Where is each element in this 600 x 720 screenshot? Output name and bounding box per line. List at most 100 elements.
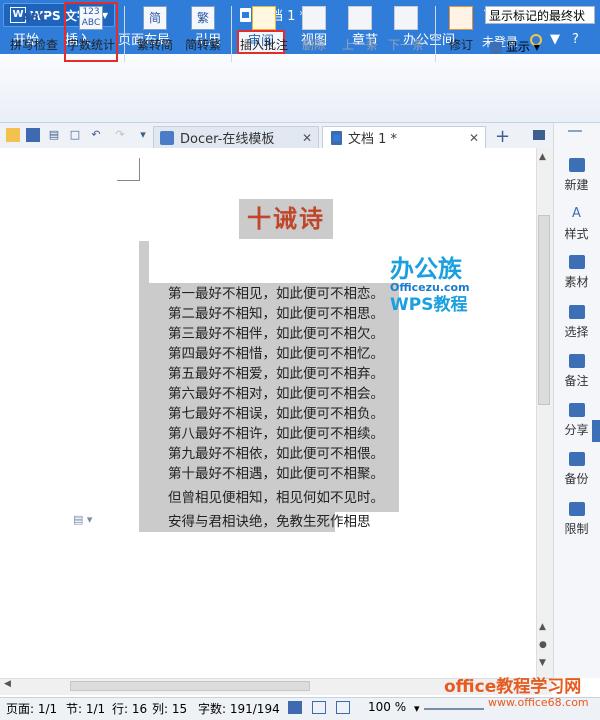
- wordcount-highlight-frame: [64, 2, 118, 62]
- panel-restrict-button[interactable]: 限制: [553, 502, 600, 537]
- to-traditional-label: 简转繁: [184, 38, 221, 52]
- poem-line[interactable]: 第八最好不相许，如此便可不相续。: [168, 424, 384, 444]
- markup-display-select[interactable]: 显示标记的最终状: [485, 6, 595, 24]
- poem-line[interactable]: 第四最好不相惜，如此便可不相忆。: [168, 344, 384, 364]
- site-watermark-title: office教程学习网: [444, 677, 582, 697]
- watermark-url: Officezu.com: [390, 281, 470, 294]
- panel-backup-label: 备份: [564, 472, 589, 486]
- insert-comment-button[interactable]: 插入批注: [237, 6, 291, 62]
- panel-select-label: 选择: [564, 325, 589, 339]
- scroll-up-icon[interactable]: ▲: [539, 152, 546, 162]
- page-view-icon[interactable]: [288, 701, 302, 714]
- print-preview-icon[interactable]: □: [68, 128, 82, 142]
- redo-icon[interactable]: ↷: [113, 128, 127, 142]
- scroll-select-browse-icon[interactable]: ●: [539, 640, 547, 650]
- show-markup-button[interactable]: 显示 ▾: [490, 38, 548, 56]
- save-icon[interactable]: [26, 128, 40, 142]
- undo-icon[interactable]: ↶: [89, 128, 103, 142]
- delete-comment-button[interactable]: 删除: [294, 6, 334, 62]
- panel-note-button[interactable]: 备注: [553, 354, 600, 389]
- new-document-icon: [568, 158, 585, 172]
- paragraph-options-icon[interactable]: ▤ ▾: [73, 513, 92, 526]
- poem-line[interactable]: 第九最好不相依，如此便可不相偎。: [168, 444, 384, 464]
- close-tab-icon[interactable]: ✕: [302, 131, 312, 145]
- scroll-next-page-icon[interactable]: ▼: [539, 658, 546, 668]
- poem-line[interactable]: 第二最好不相知，如此便可不相思。: [168, 304, 384, 324]
- style-icon: A: [572, 206, 581, 221]
- panel-menu-icon[interactable]: [568, 130, 582, 132]
- poem-line[interactable]: 第一最好不相见，如此便可不相恋。: [168, 284, 384, 304]
- status-line: 行: 16: [112, 702, 148, 716]
- new-tab-button[interactable]: +: [495, 126, 510, 147]
- poem-line[interactable]: 但曾相见便相知，相见何如不见时。: [168, 488, 384, 508]
- track-changes-icon: [449, 6, 473, 30]
- select-cursor-icon: [568, 305, 585, 319]
- tab-docer-templates[interactable]: Docer-在线模板 ✕: [153, 126, 319, 148]
- panel-new-button[interactable]: 新建: [553, 158, 600, 193]
- panel-collapse-handle[interactable]: [592, 420, 600, 442]
- insert-comment-icon: [252, 6, 276, 30]
- panel-material-button[interactable]: 素材: [553, 255, 600, 290]
- status-wordcount[interactable]: 字数: 191/194: [198, 700, 280, 717]
- ribbon-separator: [124, 6, 125, 62]
- outline-view-icon[interactable]: [312, 701, 326, 714]
- tab-list-icon[interactable]: [533, 130, 545, 140]
- to-traditional-button[interactable]: 繁 简转繁: [180, 6, 226, 62]
- track-changes-label: 修订: [448, 38, 473, 52]
- poem-title[interactable]: 十诫诗: [239, 199, 333, 239]
- officezu-watermark: 办公族 Officezu.com WPS教程: [390, 256, 485, 326]
- page-corner-marker: [117, 158, 140, 181]
- simplified-icon: 简: [143, 6, 167, 30]
- track-changes-button[interactable]: 修订: [440, 6, 482, 62]
- panel-style-button[interactable]: A 样式: [553, 207, 600, 242]
- poem-line[interactable]: 安得与君相诀绝，免教生死作相思: [168, 512, 371, 532]
- panel-select-button[interactable]: 选择: [553, 305, 600, 340]
- docer-logo-icon: [160, 130, 174, 145]
- poem-line[interactable]: 第六最好不相对，如此便可不相会。: [168, 384, 384, 404]
- poem-line[interactable]: 第十最好不相遇，如此便可不相聚。: [168, 464, 384, 484]
- previous-comment-icon: [348, 6, 372, 30]
- scroll-prev-page-icon[interactable]: ▲: [539, 622, 546, 632]
- ribbon-separator: [435, 6, 436, 62]
- tab-document-1[interactable]: 文档 1 * ✕: [322, 126, 486, 148]
- ribbon-toolbar: [0, 54, 600, 123]
- open-folder-icon[interactable]: [6, 128, 20, 142]
- material-icon: [568, 255, 585, 269]
- quick-access-dropdown-icon[interactable]: ▾: [136, 128, 150, 142]
- to-simplified-button[interactable]: 简 繁转简: [132, 6, 178, 62]
- to-simplified-label: 繁转简: [136, 38, 173, 52]
- horizontal-scroll-thumb[interactable]: [70, 681, 310, 691]
- watermark-brand: 办公族: [390, 255, 462, 283]
- close-tab-icon[interactable]: ✕: [469, 131, 479, 145]
- scroll-left-icon[interactable]: ◀: [4, 679, 11, 689]
- panel-backup-button[interactable]: 备份: [553, 452, 600, 487]
- tab-label: Docer-在线模板: [180, 132, 275, 147]
- show-icon: [490, 41, 502, 54]
- zoom-level[interactable]: 100 %: [368, 700, 406, 714]
- panel-style-label: 样式: [564, 227, 589, 241]
- watermark-subtitle: WPS教程: [390, 295, 468, 315]
- delete-label: 删除: [301, 38, 326, 52]
- site-watermark-url: www.office68.com: [488, 696, 589, 709]
- vertical-scroll-thumb[interactable]: [538, 215, 550, 405]
- shirt-icon[interactable]: ▼: [550, 32, 560, 47]
- spellcheck-button[interactable]: ABC 拼写检查: [6, 6, 62, 62]
- web-view-icon[interactable]: [336, 701, 350, 714]
- status-page[interactable]: 页面: 1/1: [6, 700, 57, 717]
- print-icon[interactable]: ▤: [47, 128, 61, 142]
- poem-line[interactable]: 第三最好不相伴，如此便可不相欠。: [168, 324, 384, 344]
- backup-icon: [568, 452, 585, 466]
- delete-comment-icon: [302, 6, 326, 30]
- previous-comment-button[interactable]: 上一条: [338, 6, 382, 62]
- panel-restrict-label: 限制: [564, 522, 589, 536]
- document-workspace[interactable]: 十诫诗 第一最好不相见，如此便可不相恋。 第二最好不相知，如此便可不相思。 第三…: [0, 148, 552, 678]
- next-comment-button[interactable]: 下一条: [384, 6, 428, 62]
- help-button[interactable]: ?: [572, 32, 579, 47]
- zoom-slider[interactable]: [424, 708, 484, 710]
- share-link-icon: [568, 403, 585, 417]
- abc-check-icon: ABC: [22, 11, 47, 24]
- poem-line[interactable]: 第五最好不相爱，如此便可不相弃。: [168, 364, 384, 384]
- zoom-dropdown-icon[interactable]: ▾: [414, 702, 420, 715]
- poem-line[interactable]: 第七最好不相误，如此便可不相负。: [168, 404, 384, 424]
- status-section[interactable]: 节: 1/1: [66, 700, 105, 717]
